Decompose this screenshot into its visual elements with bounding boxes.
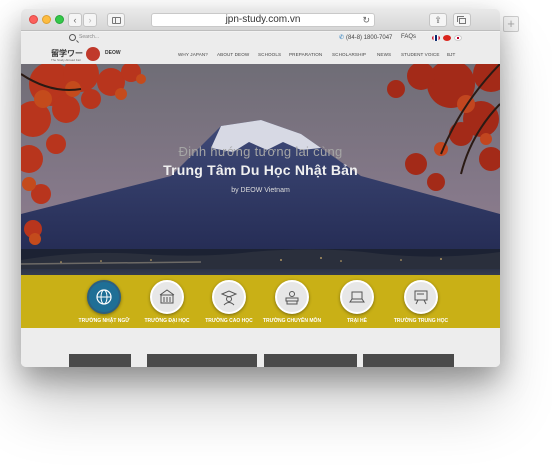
sidebar-icon-divider: [115, 17, 116, 24]
back-button[interactable]: ‹: [68, 13, 82, 27]
site-search-input[interactable]: Search...: [79, 34, 99, 40]
sidebar-toggle-button[interactable]: [107, 13, 125, 27]
minimize-window-button[interactable]: [42, 15, 51, 24]
category-label: TRƯỜNG ĐẠI HỌC: [144, 318, 190, 324]
article-thumbnail[interactable]: [363, 354, 454, 367]
main-navigation: 留学ワー DEOW The Study Abroad Fair WHY JAPA…: [21, 44, 500, 64]
vietnamese-flag-icon[interactable]: [443, 35, 451, 41]
hotline-number: (84-8) 1800-7047: [346, 35, 393, 41]
category-label: TRƯỜNG CAO HỌC: [205, 318, 253, 324]
article-thumbnail[interactable]: [147, 354, 257, 367]
url-text: jpn-study.com.vn: [225, 14, 301, 25]
header-top-bar: Search... ✆ (84-8) 1800-7047 FAQs: [21, 32, 500, 44]
sidebar-icon: [112, 17, 121, 24]
logo-tagline: The Study Abroad Fair: [51, 58, 82, 62]
category-vocational-school[interactable]: TRƯỜNG CHUYÊN MÔN: [257, 275, 327, 328]
english-flag-icon[interactable]: [432, 35, 440, 41]
browser-window: ‹ › jpn-study.com.vn ↻ ⇪ Search... ✆ (84-…: [21, 9, 500, 367]
laptop-icon: [340, 280, 374, 314]
category-high-school[interactable]: TRƯỜNG TRUNG HỌC: [386, 275, 456, 328]
category-summer-camp[interactable]: TRẠI HÈ: [322, 275, 392, 328]
article-thumbnail[interactable]: [69, 354, 131, 367]
category-label: TRẠI HÈ: [347, 318, 367, 324]
nav-preparation[interactable]: PREPARATION: [289, 52, 322, 57]
hero-tagline: Định hướng tương lai cùng: [178, 144, 343, 159]
category-label: TRƯỜNG CHUYÊN MÔN: [262, 318, 322, 324]
japanese-flag-icon[interactable]: [454, 35, 462, 41]
category-japanese-language-school[interactable]: TRƯỜNG NHẬT NGỮ: [69, 275, 139, 328]
building-icon: [150, 280, 184, 314]
forward-button[interactable]: ›: [83, 13, 97, 27]
new-tab-plus-icon[interactable]: +: [503, 16, 519, 32]
nav-about-deow[interactable]: ABOUT DEOW: [217, 52, 249, 57]
article-thumbnail[interactable]: [264, 354, 357, 367]
whiteboard-icon: [404, 280, 438, 314]
content-section: [21, 328, 500, 367]
search-icon[interactable]: [69, 34, 76, 41]
books-icon: [275, 280, 309, 314]
nav-student-voice[interactable]: STUDENT VOICE: [401, 52, 439, 57]
zoom-window-button[interactable]: [55, 15, 64, 24]
hero-title: Trung Tâm Du Học Nhật Bản: [163, 162, 358, 178]
globe-icon: [87, 280, 121, 314]
screenshot-stage: + ‹ › jpn-study.com.vn ↻ ⇪ Search... ✆ (…: [0, 0, 552, 465]
hero-banner: Định hướng tương lai cùng Trung Tâm Du H…: [21, 64, 500, 309]
school-category-bar: TRƯỜNG NHẬT NGỮ TRƯỜNG ĐẠI HỌC TRƯỜNG CA…: [21, 275, 500, 328]
share-button[interactable]: ⇪: [429, 13, 447, 27]
nav-news[interactable]: NEWS: [377, 52, 391, 57]
address-bar[interactable]: jpn-study.com.vn ↻: [151, 13, 375, 27]
show-tabs-button[interactable]: [453, 13, 471, 27]
nav-schools[interactable]: SCHOOLS: [258, 52, 281, 57]
hotline[interactable]: ✆ (84-8) 1800-7047: [339, 34, 392, 41]
category-label: TRƯỜNG NHẬT NGỮ: [78, 318, 130, 324]
web-page: Search... ✆ (84-8) 1800-7047 FAQs 留学ワー DE…: [21, 32, 500, 367]
nav-scholarship[interactable]: SCHOLARSHIP: [332, 52, 366, 57]
nav-bjt[interactable]: BJT: [447, 52, 455, 57]
logo-brand-text: DEOW: [105, 50, 121, 56]
hero-byline: by DEOW Vietnam: [231, 187, 290, 194]
nav-why-japan[interactable]: WHY JAPAN?: [178, 52, 208, 57]
category-graduate-school[interactable]: TRƯỜNG CAO HỌC: [194, 275, 264, 328]
logo-red-circle: [86, 47, 100, 61]
tabs-icon-back: [457, 16, 464, 22]
close-window-button[interactable]: [29, 15, 38, 24]
graduate-icon: [212, 280, 246, 314]
phone-icon: ✆: [339, 35, 345, 41]
category-label: TRƯỜNG TRUNG HỌC: [393, 318, 449, 324]
browser-toolbar: ‹ › jpn-study.com.vn ↻ ⇪: [21, 9, 500, 31]
faqs-link[interactable]: FAQs: [401, 34, 416, 40]
reload-icon[interactable]: ↻: [362, 14, 370, 26]
category-university[interactable]: TRƯỜNG ĐẠI HỌC: [132, 275, 202, 328]
